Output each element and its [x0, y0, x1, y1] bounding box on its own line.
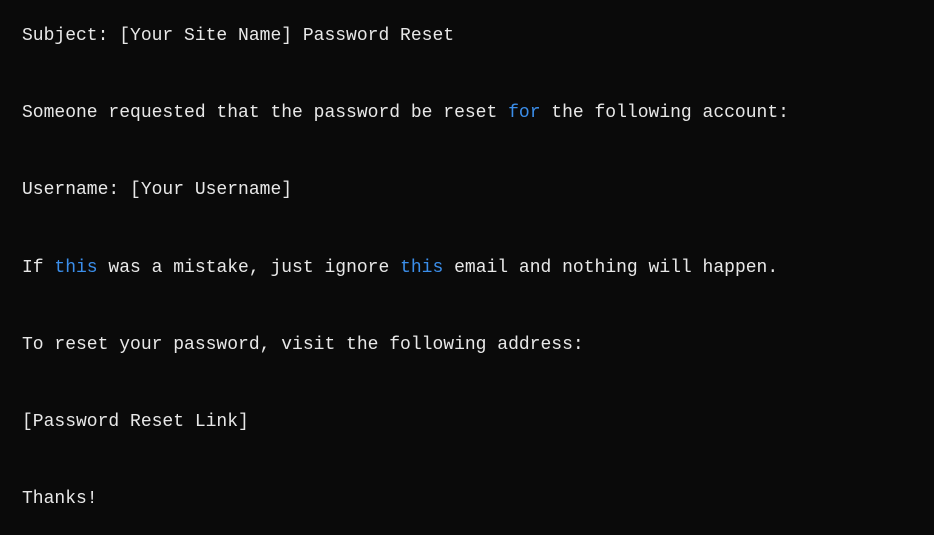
keyword-this-2: this — [400, 258, 443, 278]
subject-line: Subject: [Your Site Name] Password Reset — [22, 24, 912, 49]
thanks-line: Thanks! — [22, 487, 912, 512]
reset-link-line: [Password Reset Link] — [22, 410, 912, 435]
request-text-post: the following account: — [541, 103, 789, 123]
request-text-pre: Someone requested that the password be r… — [22, 103, 508, 123]
reset-instruction-line: To reset your password, visit the follow… — [22, 333, 912, 358]
mistake-text-post: email and nothing will happen. — [443, 258, 778, 278]
keyword-this-1: this — [54, 258, 97, 278]
subject-text: Subject: [Your Site Name] Password Reset — [22, 26, 454, 46]
keyword-for: for — [508, 103, 540, 123]
mistake-line: If this was a mistake, just ignore this … — [22, 256, 912, 281]
request-line: Someone requested that the password be r… — [22, 101, 912, 126]
username-text: Username: [Your Username] — [22, 180, 292, 200]
reset-link-text: [Password Reset Link] — [22, 412, 249, 432]
mistake-text-pre: If — [22, 258, 54, 278]
username-line: Username: [Your Username] — [22, 178, 912, 203]
thanks-text: Thanks! — [22, 489, 98, 509]
mistake-text-mid: was a mistake, just ignore — [98, 258, 400, 278]
reset-instruction-text: To reset your password, visit the follow… — [22, 335, 584, 355]
